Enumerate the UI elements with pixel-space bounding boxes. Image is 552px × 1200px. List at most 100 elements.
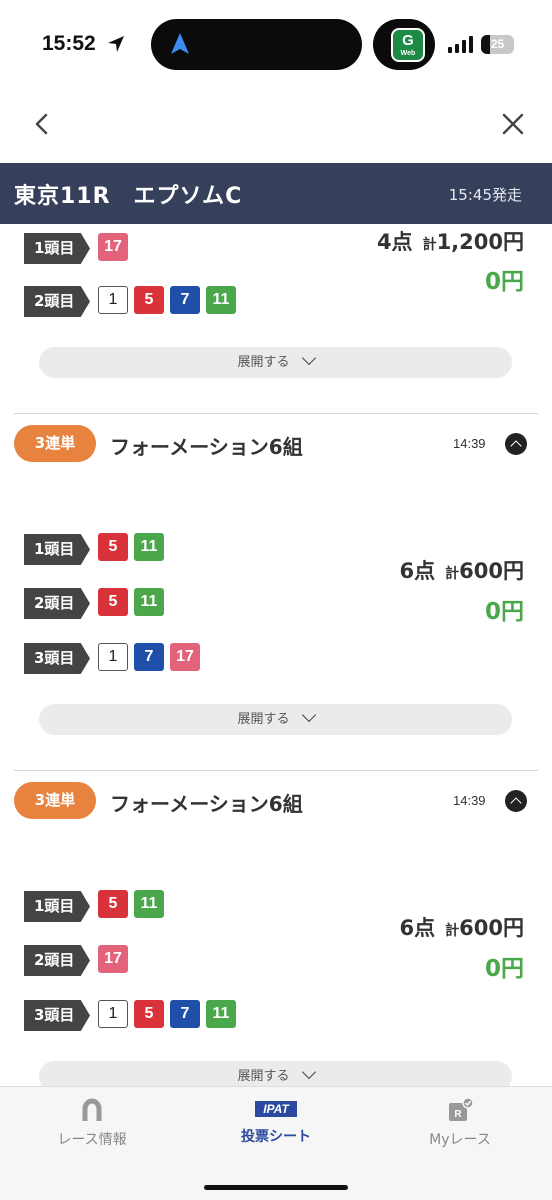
horse-number: 11 xyxy=(206,286,236,314)
horse-number: 1 xyxy=(98,286,128,314)
total-label: 計 xyxy=(445,566,460,582)
back-icon[interactable] xyxy=(28,110,56,138)
horse-number: 5 xyxy=(134,286,164,314)
horse-number: 7 xyxy=(170,1000,200,1028)
signal-icon xyxy=(448,36,473,53)
tab-label: 投票シート xyxy=(241,1129,311,1145)
position-tag: 2頭目 xyxy=(24,588,90,619)
divider xyxy=(14,770,538,771)
chevron-up-icon[interactable] xyxy=(505,433,527,455)
horse-number: 5 xyxy=(134,1000,164,1028)
race-title: 東京11R エプソムC xyxy=(14,184,243,209)
horse-number-row: 1 5 7 11 xyxy=(98,286,236,316)
horse-number: 1 xyxy=(98,643,128,671)
position-tag: 1頭目 xyxy=(24,534,90,565)
g-web-app-icon: G Web xyxy=(391,28,425,62)
chevron-up-icon[interactable] xyxy=(505,790,527,812)
app-icon-sub: Web xyxy=(400,50,416,57)
home-indicator xyxy=(204,1185,348,1190)
horse-number-row: 5 11 xyxy=(98,533,164,563)
expand-button[interactable]: 展開する xyxy=(39,1061,512,1086)
race-banner: 東京11R エプソムC 15:45発走 xyxy=(0,163,552,224)
horse-number: 7 xyxy=(170,286,200,314)
total-amount: 600円 xyxy=(459,916,524,940)
horse-number: 17 xyxy=(170,643,200,671)
points-count: 6点 xyxy=(399,916,436,940)
payout-amount: 0円 xyxy=(484,269,524,295)
tab-voting-sheet[interactable]: IPAT 投票シート xyxy=(184,1097,368,1146)
expand-label: 展開する xyxy=(237,712,290,727)
horseshoe-icon xyxy=(82,1098,102,1121)
chevron-down-icon xyxy=(301,707,316,723)
navigation-arrow-icon xyxy=(171,33,189,54)
horse-number-row: 5 11 xyxy=(98,890,164,920)
tab-race-info[interactable]: レース情報 xyxy=(0,1097,184,1149)
expand-label: 展開する xyxy=(237,355,290,370)
dynamic-island xyxy=(151,19,362,70)
my-race-icon: R xyxy=(449,1097,474,1121)
status-bar: 15:52 G Web 25 xyxy=(0,0,552,90)
svg-text:R: R xyxy=(454,1109,462,1120)
bet-time: 14:39 xyxy=(453,793,486,808)
horse-number-row: 5 11 xyxy=(98,588,164,618)
ticket-points: 4点 計1,200円 xyxy=(377,226,524,256)
horse-number-row: 17 xyxy=(98,945,128,975)
expand-label: 展開する xyxy=(237,1069,290,1084)
horse-number: 17 xyxy=(98,945,128,973)
bet-type-badge: 3連単 xyxy=(14,782,96,819)
expand-button[interactable]: 展開する xyxy=(39,704,512,735)
points-count: 6点 xyxy=(399,559,436,583)
position-tag: 2頭目 xyxy=(24,286,90,317)
tab-label: Myレース xyxy=(429,1132,491,1148)
horse-number: 11 xyxy=(134,890,164,918)
total-label: 計 xyxy=(445,923,460,939)
horse-number: 7 xyxy=(134,643,164,671)
horse-number: 11 xyxy=(134,588,164,616)
status-time: 15:52 xyxy=(42,32,96,55)
race-post-time: 15:45発走 xyxy=(448,186,522,204)
tab-label: レース情報 xyxy=(57,1132,127,1148)
app-icon-letter: G xyxy=(402,32,414,49)
total-label: 計 xyxy=(422,237,437,253)
horse-number: 5 xyxy=(98,890,128,918)
bet-name: フォーメーション6組 xyxy=(110,435,303,459)
position-tag: 2頭目 xyxy=(24,945,90,976)
ticket-points: 6点 計600円 xyxy=(400,555,524,585)
horse-number: 17 xyxy=(98,233,128,261)
horse-number: 11 xyxy=(134,533,164,561)
points-count: 4点 xyxy=(376,230,413,254)
payout-amount: 0円 xyxy=(484,599,524,625)
horse-number-row: 1 7 17 xyxy=(98,643,200,673)
battery-level: 25 xyxy=(490,37,505,51)
position-tag: 1頭目 xyxy=(24,233,90,264)
horse-number: 5 xyxy=(98,588,128,616)
live-activity-pill: G Web xyxy=(373,19,435,70)
chevron-down-icon xyxy=(301,350,316,366)
ipat-icon: IPAT xyxy=(255,1101,297,1117)
payout-amount: 0円 xyxy=(484,956,524,982)
position-tag: 1頭目 xyxy=(24,891,90,922)
bet-name: フォーメーション6組 xyxy=(110,792,303,816)
expand-button[interactable]: 展開する xyxy=(39,347,512,378)
horse-number-row: 1 5 7 11 xyxy=(98,1000,236,1030)
horse-number: 11 xyxy=(206,1000,236,1028)
bet-time: 14:39 xyxy=(453,436,486,451)
horse-number-row: 17 xyxy=(98,233,128,263)
location-arrow-icon xyxy=(108,36,124,52)
ticket-points: 6点 計600円 xyxy=(400,912,524,942)
battery-icon: 25 xyxy=(481,35,514,54)
total-amount: 1,200円 xyxy=(436,230,524,254)
horse-number: 1 xyxy=(98,1000,128,1028)
ticket-list[interactable]: 1頭目 17 2頭目 1 5 7 11 4点 計1,200円 0円 展開する 3連… xyxy=(0,224,552,1086)
bet-type-badge: 3連単 xyxy=(14,425,96,462)
total-amount: 600円 xyxy=(459,559,524,583)
horse-number: 5 xyxy=(98,533,128,561)
nav-header xyxy=(0,90,552,163)
tab-bar: レース情報 IPAT 投票シート R Myレース xyxy=(0,1086,552,1200)
position-tag: 3頭目 xyxy=(24,1000,90,1031)
position-tag: 3頭目 xyxy=(24,643,90,674)
divider xyxy=(14,413,538,414)
close-icon[interactable] xyxy=(499,110,527,138)
tab-my-race[interactable]: R Myレース xyxy=(368,1097,552,1149)
chevron-down-icon xyxy=(301,1064,316,1080)
